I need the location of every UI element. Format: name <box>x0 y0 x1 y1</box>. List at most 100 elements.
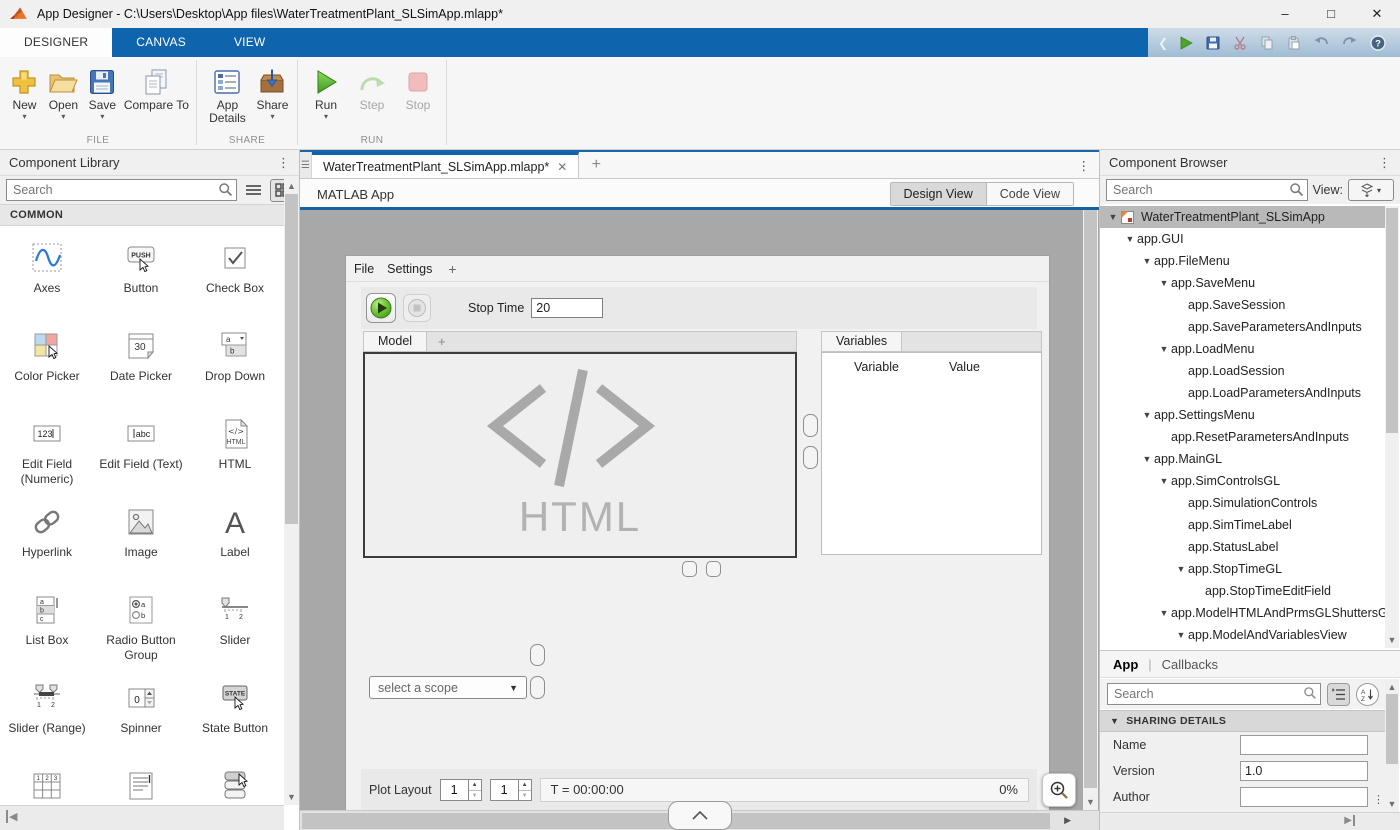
app-preview[interactable]: File Settings + Stop Time Model + <box>345 255 1050 810</box>
scroll-down-icon[interactable]: ▼ <box>1083 797 1098 807</box>
tab-app[interactable]: App <box>1113 657 1138 672</box>
new-button[interactable]: New ▾ <box>6 62 43 122</box>
library-vertical-scrollbar[interactable]: ▲ ▼ <box>284 178 299 805</box>
shutter-handle[interactable] <box>682 561 697 577</box>
scope-dropdown[interactable]: select a scope ▼ <box>369 676 527 699</box>
component-drop-down[interactable]: ab Drop Down <box>188 326 282 414</box>
new-document-tab-button[interactable]: + <box>579 152 613 178</box>
component-button[interactable]: PUSH Button <box>94 238 188 326</box>
tree-item[interactable]: ▼app.LoadMenu <box>1100 338 1386 360</box>
component-date-picker[interactable]: 30 Date Picker <box>94 326 188 414</box>
spinner-arrows[interactable]: ▲▼ <box>468 780 481 800</box>
component-state-button[interactable]: STATE State Button <box>188 678 282 766</box>
menu-file[interactable]: File <box>354 262 374 276</box>
scroll-down-icon[interactable]: ▼ <box>1385 635 1399 645</box>
component-list-box[interactable]: abc List Box <box>0 590 94 678</box>
component-html[interactable]: </>HTML HTML <box>188 414 282 502</box>
run-quick-icon[interactable] <box>1179 36 1193 50</box>
minimize-button[interactable]: – <box>1262 0 1308 28</box>
tree-item[interactable]: ▼app.SettingsMenu <box>1100 404 1386 426</box>
add-menu-icon[interactable]: + <box>448 261 456 277</box>
component-text-area[interactable]: Text Area <box>94 766 188 805</box>
tree-item[interactable]: ▼app.FileMenu <box>1100 250 1386 272</box>
chevron-down-icon[interactable]: ▼ <box>1157 608 1171 618</box>
design-view-button[interactable]: Design View <box>891 183 987 205</box>
tree-item[interactable]: app.StopTimeEditField <box>1100 580 1386 602</box>
component-toggle-button-group[interactable]: Toggle Button Group <box>188 766 282 805</box>
section-header-common[interactable]: COMMON <box>0 204 299 226</box>
scroll-down-icon[interactable]: ▼ <box>1385 799 1399 809</box>
inspector-search-input[interactable] <box>1107 683 1321 705</box>
plot-cols-spinner[interactable]: 1 ▲▼ <box>490 779 532 801</box>
shutter-handle[interactable] <box>803 446 818 469</box>
redo-icon[interactable] <box>1342 36 1357 49</box>
scroll-right-end-icon[interactable]: ▶ <box>1344 815 1355 826</box>
variables-table[interactable]: Variable Value <box>821 352 1042 555</box>
canvas-vertical-scrollbar[interactable]: ▼ <box>1083 210 1098 810</box>
shutter-handle[interactable] <box>530 644 545 666</box>
scrollbar-thumb[interactable] <box>1084 210 1097 788</box>
document-tab[interactable]: WaterTreatmentPlant_SLSimApp.mlapp* ✕ <box>312 152 579 178</box>
chevron-left-icon[interactable]: ❮ <box>1158 36 1168 50</box>
code-view-button[interactable]: Code View <box>987 183 1073 205</box>
tab-view[interactable]: VIEW <box>210 28 289 57</box>
splitter-grip-icon[interactable]: ☰ <box>300 152 312 178</box>
component-label[interactable]: A Label <box>188 502 282 590</box>
tree-item[interactable]: app.SaveParametersAndInputs <box>1100 316 1386 338</box>
tree-item[interactable]: ▼app.ModelAndVariablesView <box>1100 624 1386 646</box>
chevron-down-icon[interactable]: ▼ <box>1140 256 1154 266</box>
collapse-panel-button[interactable] <box>668 801 732 830</box>
view-mode-dropdown[interactable]: ▾ <box>1348 179 1394 201</box>
scrollbar-thumb[interactable] <box>285 194 298 524</box>
tree-item[interactable]: app.LoadSession <box>1100 360 1386 382</box>
component-color-picker[interactable]: Color Picker <box>0 326 94 414</box>
chevron-down-icon[interactable]: ▼ <box>1106 212 1120 222</box>
share-button[interactable]: Share ▾ <box>254 62 291 125</box>
chevron-down-icon[interactable]: ▼ <box>1157 476 1171 486</box>
component-edit-field-numeric[interactable]: 123 Edit Field (Numeric) <box>0 414 94 502</box>
tab-designer[interactable]: DESIGNER <box>0 28 112 57</box>
model-html-view[interactable]: HTML <box>363 352 797 558</box>
tree-item[interactable]: app.SimTimeLabel <box>1100 514 1386 536</box>
spinner-arrows[interactable]: ▲▼ <box>518 780 531 800</box>
inspector-vertical-scrollbar[interactable]: ▲ ▼ <box>1385 679 1399 812</box>
tree-item[interactable]: app.StatusLabel <box>1100 536 1386 558</box>
tree-vertical-scrollbar[interactable]: ▼ <box>1385 206 1399 648</box>
list-view-button[interactable] <box>242 179 265 202</box>
close-tab-icon[interactable]: ✕ <box>557 160 567 174</box>
canvas-horizontal-scrollbar[interactable]: ▶ <box>300 810 1099 830</box>
component-slider[interactable]: 12 Slider <box>188 590 282 678</box>
chevron-down-icon[interactable]: ▼ <box>1174 630 1188 640</box>
group-view-button[interactable] <box>1327 683 1350 706</box>
scroll-up-icon[interactable]: ▲ <box>1385 682 1399 692</box>
tree-item[interactable]: ▼app.SimControlsGL <box>1100 470 1386 492</box>
add-model-tab-icon[interactable]: + <box>427 332 457 351</box>
component-table[interactable]: 123 Table <box>0 766 94 805</box>
t tree-item[interactable]: app.LoadParametersAndInputs <box>1100 382 1386 404</box>
field-menu-icon[interactable]: ⋮ <box>1373 793 1384 806</box>
component-slider-range[interactable]: 12 Slider (Range) <box>0 678 94 766</box>
stop-time-input[interactable] <box>531 298 603 318</box>
component-hyperlink[interactable]: Hyperlink <box>0 502 94 590</box>
chevron-down-icon[interactable]: ▼ <box>1123 234 1137 244</box>
shutter-handle[interactable] <box>706 561 721 577</box>
menu-settings[interactable]: Settings <box>387 262 432 276</box>
version-input[interactable] <box>1240 761 1368 781</box>
scroll-down-icon[interactable]: ▼ <box>284 792 299 802</box>
component-image[interactable]: Image <box>94 502 188 590</box>
tab-canvas[interactable]: CANVAS <box>112 28 210 57</box>
save-button[interactable]: Save ▾ <box>84 62 121 122</box>
component-radio-button-group[interactable]: ab Radio Button Group <box>94 590 188 678</box>
shutter-handle[interactable] <box>803 414 818 437</box>
inspector-horizontal-scrollbar[interactable]: ▶ <box>1100 812 1400 830</box>
shutter-handle[interactable] <box>530 676 545 699</box>
run-button[interactable]: Run ▾ <box>304 62 348 122</box>
scroll-right-icon[interactable]: ▶ <box>1064 815 1071 826</box>
tree-item[interactable]: app.SimulationControls <box>1100 492 1386 514</box>
tree-item[interactable]: ▼app.SaveMenu <box>1100 272 1386 294</box>
plot-rows-spinner[interactable]: 1 ▲▼ <box>440 779 482 801</box>
scroll-left-end-icon[interactable]: ◀ <box>6 810 17 823</box>
component-spinner[interactable]: 0 Spinner <box>94 678 188 766</box>
play-button[interactable] <box>366 293 396 323</box>
chevron-down-icon[interactable]: ▼ <box>1157 344 1171 354</box>
